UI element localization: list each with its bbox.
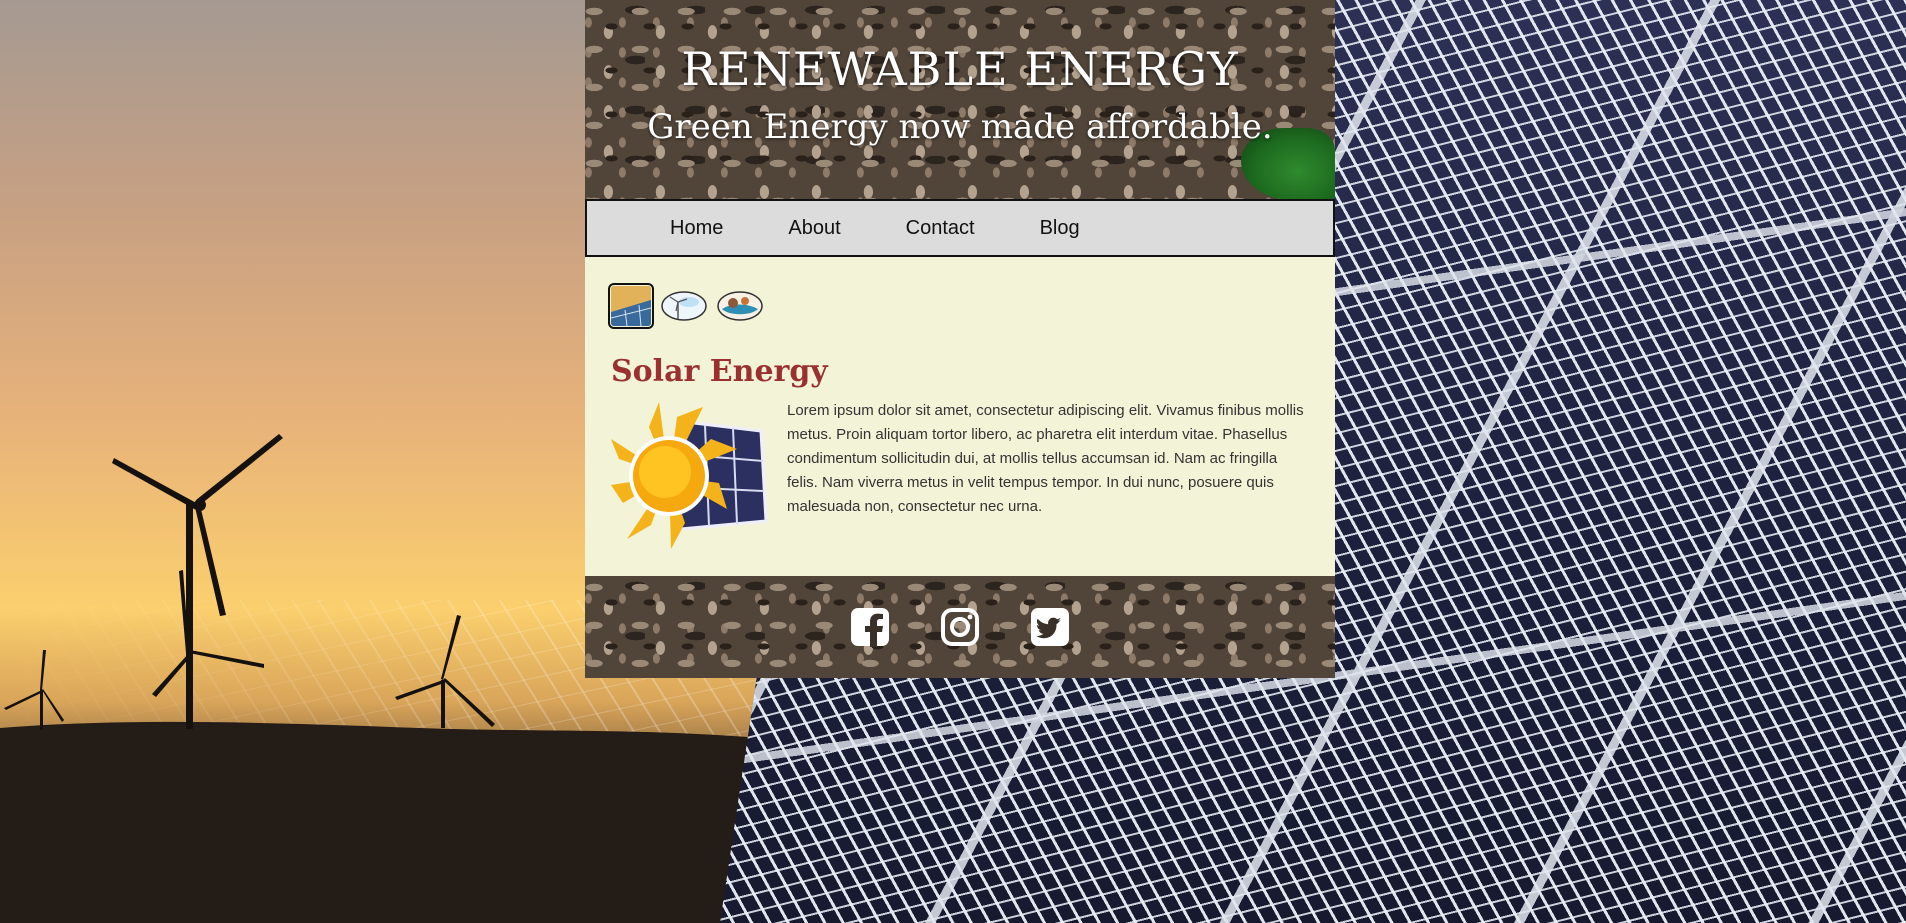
nav-link-home[interactable]: Home	[670, 217, 723, 240]
section-title: Solar Energy	[611, 354, 828, 389]
sun-and-solar-panel-icon	[611, 402, 768, 549]
nav-link-blog[interactable]: Blog	[1040, 217, 1080, 240]
hydro-energy-thumbnail[interactable]	[717, 291, 763, 321]
site-title: RENEWABLE ENERGY	[681, 42, 1239, 96]
main-card: RENEWABLE ENERGY Green Energy now made a…	[585, 0, 1335, 678]
article-body: Lorem ipsum dolor sit amet, consectetur …	[787, 402, 1304, 515]
site-footer	[585, 576, 1335, 678]
twitter-icon[interactable]	[1030, 607, 1070, 647]
solar-panel-thumbnail[interactable]	[608, 283, 654, 329]
content-section: Solar Energy Lorem ipsum dolor sit amet,…	[585, 257, 1335, 576]
facebook-icon[interactable]	[850, 607, 890, 647]
wind-turbine-thumbnail[interactable]	[661, 291, 707, 321]
energy-thumbnail-gallery	[608, 283, 1309, 329]
article: Lorem ipsum dolor sit amet, consectetur …	[611, 399, 1309, 559]
site-tagline: Green Energy now made affordable.	[647, 107, 1273, 147]
nav-link-contact[interactable]: Contact	[906, 217, 975, 240]
main-nav: Home About Contact Blog	[585, 199, 1335, 257]
site-header: RENEWABLE ENERGY Green Energy now made a…	[585, 0, 1335, 199]
nav-link-about[interactable]: About	[788, 217, 840, 240]
instagram-icon[interactable]	[940, 607, 980, 647]
